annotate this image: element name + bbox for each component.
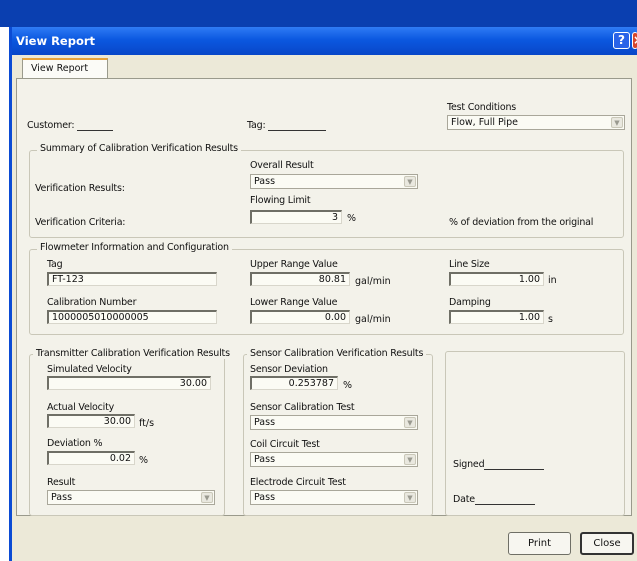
title-bar[interactable]: View Report ? × (12, 27, 637, 55)
customer-value-line (77, 122, 114, 131)
header-tag-value-line (268, 122, 327, 131)
transmitter-group-title: Transmitter Calibration Verification Res… (33, 348, 233, 359)
desktop-top-band (0, 0, 637, 27)
window-title: View Report (16, 34, 96, 48)
signed-label: Signed (453, 459, 485, 470)
coil-test-label: Coil Circuit Test (250, 439, 320, 450)
tab-view-report[interactable]: View Report (22, 58, 108, 78)
close-window-button[interactable]: × (632, 32, 637, 49)
sensor-dev-unit: % (343, 380, 353, 391)
overall-result-label: Overall Result (250, 160, 314, 171)
chevron-down-icon[interactable]: ▼ (404, 454, 416, 465)
damping-unit: s (548, 314, 553, 325)
flowmeter-group-title: Flowmeter Information and Configuration (37, 242, 232, 253)
deviation-note: % of deviation from the original (449, 217, 594, 228)
sim-velocity-field: 30.00 (47, 376, 211, 390)
date-line (474, 496, 535, 505)
sensor-dev-label: Sensor Deviation (250, 364, 328, 375)
flowmeter-tag-label: Tag (47, 259, 63, 270)
header-tag-field: Tag: (247, 120, 327, 131)
line-size-label: Line Size (449, 259, 490, 270)
sim-velocity-label: Simulated Velocity (47, 364, 132, 375)
sensor-dev-field: 0.253787 (250, 376, 338, 390)
deviation-field: 0.02 (47, 451, 135, 465)
verification-results-label: Verification Results: (35, 183, 125, 194)
lrv-unit: gal/min (355, 314, 391, 325)
flowing-limit-unit: % (347, 213, 357, 224)
sensor-group-title: Sensor Calibration Verification Results (247, 348, 427, 359)
deviation-label: Deviation % (47, 438, 103, 449)
result-label: Result (47, 477, 76, 488)
act-velocity-label: Actual Velocity (47, 402, 115, 413)
signed-field: Signed (453, 459, 545, 470)
electrode-test-label: Electrode Circuit Test (250, 477, 346, 488)
sensor-cal-test-select[interactable]: Pass ▼ (250, 415, 418, 430)
line-size-unit: in (548, 275, 557, 286)
test-conditions-label: Test Conditions (447, 102, 517, 113)
view-report-window: View Report ? × View Report Customer: Ta… (9, 27, 637, 561)
summary-group-title: Summary of Calibration Verification Resu… (37, 143, 241, 154)
result-select[interactable]: Pass ▼ (47, 490, 215, 505)
test-conditions-select[interactable]: Flow, Full Pipe ▼ (447, 115, 625, 130)
electrode-test-select[interactable]: Pass ▼ (250, 490, 418, 505)
flowmeter-tag-field: FT-123 (47, 272, 217, 286)
urv-field: 80.81 (250, 272, 350, 286)
sensor-cal-test-label: Sensor Calibration Test (250, 402, 355, 413)
chevron-down-icon[interactable]: ▼ (611, 117, 623, 128)
coil-test-select[interactable]: Pass ▼ (250, 452, 418, 467)
act-velocity-unit: ft/s (139, 418, 155, 429)
damping-field: 1.00 (449, 310, 544, 324)
signed-line (484, 461, 545, 470)
print-button[interactable]: Print (508, 532, 571, 555)
coil-test-value: Pass (254, 454, 276, 465)
lrv-field: 0.00 (250, 310, 350, 324)
urv-unit: gal/min (355, 276, 391, 287)
deviation-unit: % (139, 455, 149, 466)
signoff-box (445, 351, 625, 516)
help-button[interactable]: ? (613, 32, 630, 49)
overall-result-select[interactable]: Pass ▼ (250, 174, 418, 189)
chevron-down-icon[interactable]: ▼ (404, 176, 416, 187)
urv-label: Upper Range Value (250, 259, 338, 270)
close-button[interactable]: Close (580, 532, 634, 555)
chevron-down-icon[interactable]: ▼ (201, 492, 213, 503)
date-field: Date (453, 494, 535, 505)
chevron-down-icon[interactable]: ▼ (404, 417, 416, 428)
verification-criteria-label: Verification Criteria: (35, 217, 126, 228)
flowing-limit-label: Flowing Limit (250, 195, 311, 206)
test-conditions-value: Flow, Full Pipe (451, 117, 519, 128)
line-size-field: 1.00 (449, 272, 544, 286)
cal-number-label: Calibration Number (47, 297, 137, 308)
damping-label: Damping (449, 297, 491, 308)
act-velocity-field: 30.00 (47, 414, 135, 428)
header-tag-label: Tag: (247, 120, 266, 131)
sensor-cal-test-value: Pass (254, 417, 276, 428)
customer-label: Customer: (27, 120, 75, 131)
date-label: Date (453, 494, 475, 505)
customer-field: Customer: (27, 120, 114, 131)
cal-number-field: 1000005010000005 (47, 310, 217, 324)
electrode-test-value: Pass (254, 492, 276, 503)
result-value: Pass (51, 492, 73, 503)
flowing-limit-field: 3 (250, 210, 342, 224)
chevron-down-icon[interactable]: ▼ (404, 492, 416, 503)
overall-result-value: Pass (254, 176, 276, 187)
lrv-label: Lower Range Value (250, 297, 338, 308)
report-panel: Customer: Tag: Test Conditions Flow, Ful… (16, 78, 632, 516)
